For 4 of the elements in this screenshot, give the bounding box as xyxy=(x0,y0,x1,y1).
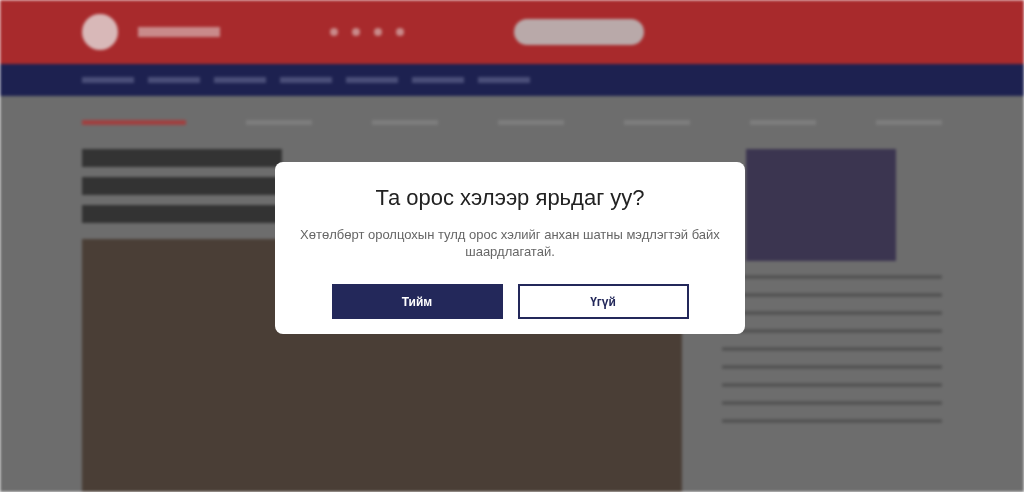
dialog-title: Та орос хэлээр ярьдаг уу? xyxy=(375,184,645,212)
yes-button[interactable]: Тийм xyxy=(331,284,503,319)
no-button[interactable]: Үгүй xyxy=(517,284,689,319)
dialog-message: Хөтөлбөрт оролцохын тулд орос хэлийг анхан шатны мэдлэгтэй байх шаардлагатай. xyxy=(299,226,721,260)
